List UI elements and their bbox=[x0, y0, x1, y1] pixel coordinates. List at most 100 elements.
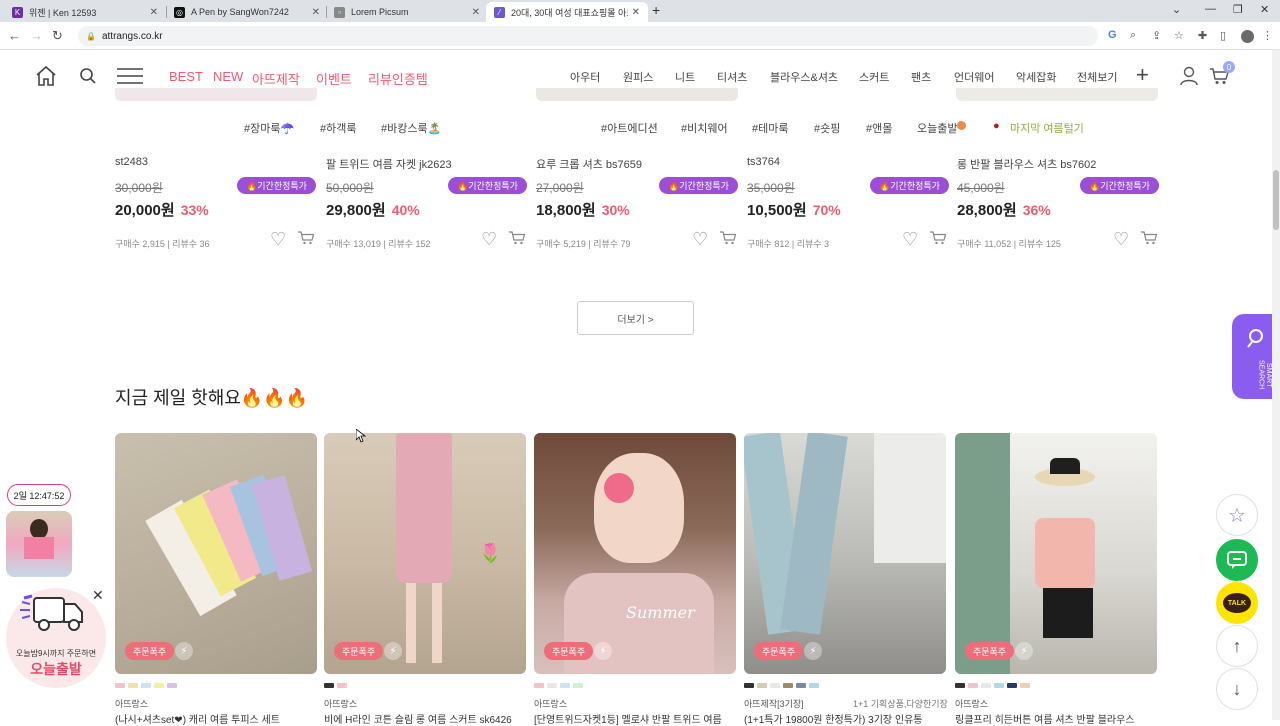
back-icon[interactable]: ← bbox=[8, 28, 21, 43]
user-icon[interactable] bbox=[1180, 66, 1198, 86]
close-window-icon[interactable]: ✕ bbox=[1260, 3, 1269, 16]
minimize-icon[interactable]: — bbox=[1205, 3, 1216, 15]
tab-favicon-icon: ⁄ bbox=[494, 6, 505, 18]
star-icon[interactable]: ☆ bbox=[1174, 29, 1184, 42]
forward-icon[interactable]: → bbox=[30, 28, 43, 43]
browser-tab[interactable]: ◎ A Pen by SangWon7242 ✕ bbox=[166, 2, 328, 22]
reload-icon[interactable]: ↻ bbox=[52, 28, 63, 44]
add-cart-icon[interactable] bbox=[930, 231, 946, 245]
new-tab-button[interactable]: + bbox=[652, 2, 660, 18]
url-field[interactable]: 🔒 attrangs.co.kr bbox=[78, 26, 1098, 46]
kakaotalk-button[interactable]: TALK bbox=[1216, 582, 1258, 624]
menu-underwear[interactable]: 언더웨어 bbox=[954, 69, 994, 85]
browser-tab[interactable]: K 위젠 | Ken 12593 ✕ bbox=[4, 2, 166, 22]
profile-avatar[interactable] bbox=[1241, 30, 1254, 43]
tab-close-icon[interactable]: ✕ bbox=[312, 7, 320, 18]
chevron-down-icon[interactable]: ⌄ bbox=[1172, 3, 1181, 16]
menu-knit[interactable]: 니트 bbox=[675, 69, 695, 85]
product-name[interactable]: [단영트위드자켓1등] 멜로샤 반팔 트위드 여름 bbox=[534, 711, 734, 726]
menu-onepiece[interactable]: 원피스 bbox=[623, 69, 653, 85]
restore-icon[interactable]: ❐ bbox=[1233, 3, 1243, 16]
favorite-button[interactable]: ☆ bbox=[1216, 494, 1258, 536]
extensions-icon[interactable]: ✚ bbox=[1198, 29, 1207, 42]
heart-icon[interactable]: ♡ bbox=[1113, 229, 1129, 250]
recent-viewed-thumbnail[interactable] bbox=[6, 511, 72, 577]
product-name[interactable]: 팔 트위드 여름 자켓 jk2623 bbox=[326, 156, 452, 172]
heart-icon[interactable]: ♡ bbox=[692, 229, 708, 250]
add-cart-icon[interactable] bbox=[1141, 231, 1157, 245]
product-image[interactable]: 주문폭주 ⚡ bbox=[955, 433, 1157, 674]
menu-pants[interactable]: 팬츠 bbox=[911, 69, 931, 85]
close-icon[interactable]: ✕ bbox=[92, 587, 104, 604]
product-name[interactable]: st2483 bbox=[115, 156, 148, 168]
lightning-icon: ⚡ bbox=[175, 642, 193, 660]
heart-icon[interactable]: ♡ bbox=[902, 229, 918, 250]
purchase-review-stats: 구매수 2,915 | 리뷰수 36 bbox=[115, 239, 210, 249]
product-name[interactable]: 비에 H라인 코튼 슬림 롱 여름 스커트 sk6426 bbox=[324, 711, 524, 726]
browser-tab-active[interactable]: ⁄ 20대, 30대 여성 대표쇼핑몰 아트 ✕ bbox=[486, 2, 648, 22]
hashtag-link[interactable]: #앤몰 bbox=[866, 120, 892, 136]
plus-icon[interactable]: + bbox=[1136, 62, 1149, 88]
lock-icon: 🔒 bbox=[86, 31, 96, 41]
product-name[interactable]: 링클프리 히든버튼 여름 셔츠 반팔 블라우스 bbox=[955, 711, 1155, 726]
tab-close-icon[interactable]: ✕ bbox=[472, 7, 480, 18]
menu-view-all[interactable]: 전체보기 bbox=[1077, 69, 1117, 85]
menu-review-items[interactable]: 리뷰인증템 bbox=[368, 69, 428, 88]
product-image[interactable]: Summer 주문폭주 ⚡ bbox=[534, 433, 736, 674]
tab-close-icon[interactable]: ✕ bbox=[150, 7, 158, 18]
hashtag-link[interactable]: #테마룩 bbox=[752, 120, 788, 136]
product-name[interactable]: (나시+셔츠set❤) 캐리 여름 투피스 세트 bbox=[115, 711, 315, 726]
menu-best[interactable]: BEST bbox=[169, 69, 203, 84]
heart-icon[interactable]: ♡ bbox=[270, 229, 286, 250]
menu-tshirt[interactable]: 티셔츠 bbox=[717, 69, 747, 85]
add-cart-icon[interactable] bbox=[509, 231, 525, 245]
menu-accessories[interactable]: 악세잡화 bbox=[1016, 69, 1056, 85]
home-icon[interactable] bbox=[34, 64, 58, 88]
google-icon[interactable]: G bbox=[1108, 29, 1117, 41]
menu-blouse-shirt[interactable]: 블라우스&셔츠 bbox=[770, 69, 838, 85]
sidepanel-icon[interactable]: ▯ bbox=[1220, 29, 1226, 42]
hashtag-link[interactable]: #장마룩☂️ bbox=[244, 120, 294, 136]
cart-count-badge: 0 bbox=[1223, 61, 1235, 73]
hashtag-link[interactable]: #바캉스룩🏝️ bbox=[381, 120, 441, 136]
scroll-top-button[interactable]: ↑ bbox=[1216, 625, 1258, 667]
menu-event[interactable]: 이벤트 bbox=[316, 69, 352, 88]
menu-skirt[interactable]: 스커트 bbox=[859, 69, 889, 85]
tab-close-icon[interactable]: ✕ bbox=[632, 7, 640, 18]
product-name[interactable]: ts3764 bbox=[747, 156, 780, 168]
menu-outer[interactable]: 아우터 bbox=[570, 69, 600, 85]
product-image[interactable]: 주문폭주 ⚡ bbox=[744, 433, 946, 674]
scrollbar-thumb[interactable] bbox=[1273, 170, 1279, 230]
product-image-partial[interactable] bbox=[956, 88, 1158, 101]
hashtag-link[interactable]: #아트에디션 bbox=[601, 120, 658, 136]
product-image-partial[interactable] bbox=[536, 88, 738, 101]
more-button[interactable]: 더보기 > bbox=[577, 301, 694, 335]
hashtag-link[interactable]: #하객룩 bbox=[320, 120, 356, 136]
heart-icon[interactable]: ♡ bbox=[481, 229, 497, 250]
kebab-menu-icon[interactable]: ⋮ bbox=[1262, 29, 1273, 42]
hashtag-link[interactable]: 마지막 여름털기 bbox=[1010, 120, 1084, 136]
hashtag-link[interactable]: #숏핑 bbox=[814, 120, 840, 136]
hamburger-menu-icon[interactable] bbox=[117, 67, 143, 85]
product-name[interactable]: 롱 반팔 블라우스 셔츠 bs7602 bbox=[957, 156, 1096, 172]
product-image-partial[interactable] bbox=[115, 88, 317, 101]
product-name[interactable]: 요루 크롭 셔츠 bs7659 bbox=[536, 156, 642, 172]
add-cart-icon[interactable] bbox=[298, 231, 314, 245]
original-price: 30,000원 bbox=[115, 181, 163, 195]
hashtag-link[interactable]: 오늘출발 bbox=[917, 120, 957, 136]
zoom-icon[interactable]: ⌕ bbox=[1130, 29, 1136, 42]
chat-button[interactable] bbox=[1216, 539, 1258, 581]
product-image[interactable]: 주문폭주 ⚡ bbox=[115, 433, 317, 674]
browser-tab[interactable]: ▫ Lorem Picsum ✕ bbox=[326, 2, 488, 22]
scroll-bottom-button[interactable]: ↓ bbox=[1216, 668, 1258, 710]
search-icon[interactable] bbox=[79, 67, 97, 85]
add-cart-icon[interactable] bbox=[720, 231, 736, 245]
menu-new[interactable]: NEW bbox=[213, 69, 243, 84]
product-name[interactable]: (1+1특가 19800원 한정특가) 3기장 인유통 bbox=[744, 711, 944, 726]
menu-attrangs-made[interactable]: 아뜨제작 bbox=[252, 69, 300, 88]
share-icon[interactable]: ⇪ bbox=[1152, 29, 1161, 42]
product-image[interactable]: 🌷 주문폭주 ⚡ bbox=[324, 433, 526, 674]
hashtag-link[interactable]: #비치웨어 bbox=[681, 120, 728, 136]
scrollbar-track[interactable] bbox=[1272, 50, 1280, 720]
today-delivery-widget[interactable]: 오늘밤9시까지 주문하면 오늘출발 bbox=[6, 588, 106, 688]
